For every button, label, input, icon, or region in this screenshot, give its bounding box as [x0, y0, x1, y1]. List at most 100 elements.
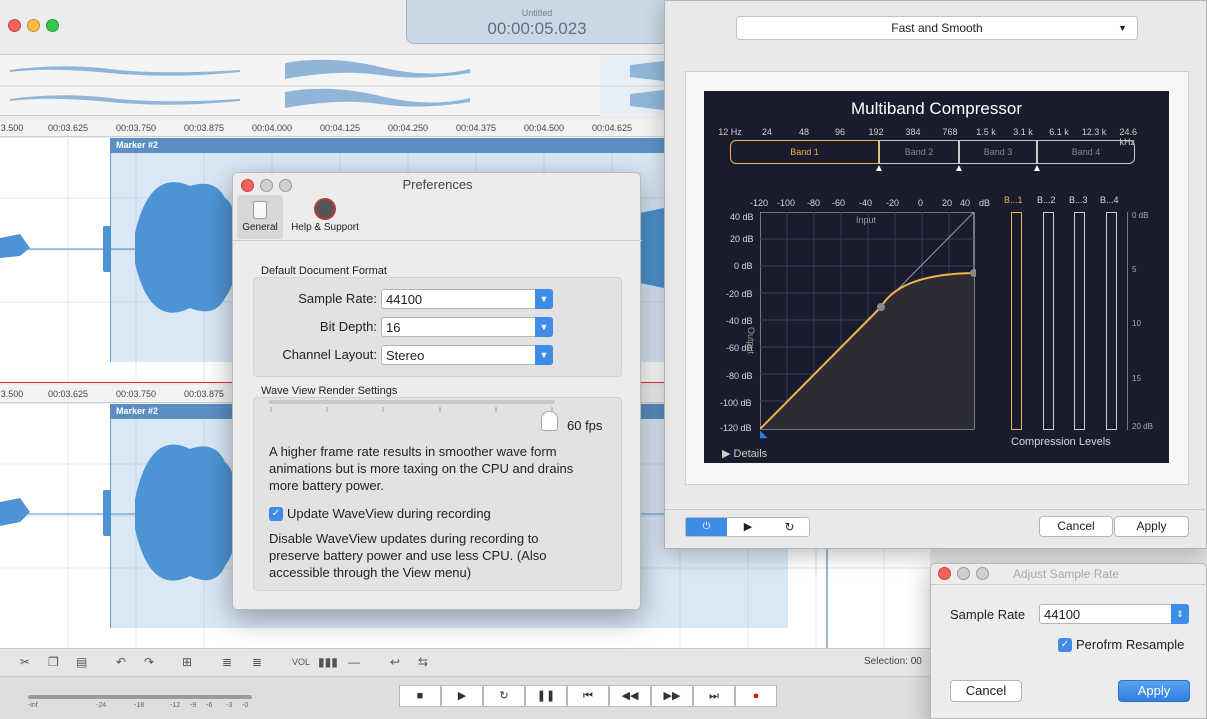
meter-tick: -24 [96, 702, 107, 709]
ruler-tick: 00:03.875 [183, 389, 225, 399]
zoom-window-button[interactable] [46, 19, 59, 32]
ruler-tick: 00:03.750 [115, 123, 157, 133]
fade-in-icon[interactable]: ≣ [222, 655, 232, 669]
plugin-controls: ⏻ ▶ ↻ [685, 517, 810, 537]
ruler-tick: 00:04.000 [251, 123, 293, 133]
bit-depth-select[interactable]: 16 ▼ [381, 317, 553, 337]
transfer-curve-graph[interactable] [760, 212, 976, 430]
record-button[interactable]: ● [735, 685, 777, 707]
meter-tick: -9 [190, 702, 197, 709]
waveform-overview[interactable] [0, 54, 664, 117]
band-handle-2[interactable]: ▲ [954, 163, 964, 174]
chevron-down-icon: ▼ [535, 345, 553, 365]
rewind-button[interactable]: ◀◀ [609, 685, 651, 707]
input-db-label: 20 [942, 198, 953, 208]
overview-waveform [0, 55, 664, 117]
fast-forward-button[interactable]: ▶▶ [651, 685, 693, 707]
preset-dropdown[interactable]: Fast and Smooth ▼ [736, 16, 1138, 40]
band-handle-1[interactable]: ▲ [874, 163, 884, 174]
level-meter-scale: -inf -24 -18 -12 -9 -6 -3 -0 [28, 702, 258, 712]
band-3-tab[interactable]: Band 3 [959, 140, 1037, 164]
close-window-button[interactable] [8, 19, 21, 32]
channel-layout-label: Channel Layout: [282, 347, 377, 362]
skip-back-button[interactable]: ⏮ [567, 685, 609, 707]
format-section-title: Default Document Format [261, 265, 387, 277]
fade-out-icon[interactable]: ≣ [252, 655, 262, 669]
tab-help-label: Help & Support [291, 222, 359, 233]
trim-icon[interactable]: ⊞ [182, 655, 192, 669]
tab-help-support[interactable]: Help & Support [285, 195, 365, 239]
preview-play-button[interactable]: ▶ [727, 518, 769, 536]
srate-value: 44100 [1044, 607, 1081, 622]
toolbar-divider [233, 240, 642, 241]
channel-layout-select[interactable]: Stereo ▼ [381, 345, 553, 365]
chevron-down-icon: ▼ [535, 317, 553, 337]
srate-label: Sample Rate [950, 607, 1026, 622]
srate-zoom-button [976, 567, 989, 580]
threshold-handle[interactable]: ◣ [760, 429, 768, 440]
resample-checkbox[interactable]: ✓ [1058, 638, 1072, 652]
output-db-label: 0 dB [734, 261, 753, 271]
reset-button[interactable]: ↻ [769, 518, 810, 536]
ruler-tick: 3.500 [0, 123, 24, 133]
loop-icon[interactable]: ↩ [390, 655, 400, 669]
input-db-label: 40 [960, 198, 971, 208]
plugin-title: Multiband Compressor [850, 99, 1022, 118]
fps-slider-track[interactable] [269, 400, 555, 404]
srate-apply-button[interactable]: Apply [1118, 680, 1190, 702]
copy-icon[interactable]: ❐ [48, 655, 59, 669]
undo-icon[interactable]: ↶ [116, 655, 126, 669]
minimize-window-button[interactable] [27, 19, 40, 32]
title-divider [931, 584, 1207, 585]
normalize-icon[interactable]: ▮▮▮ [318, 655, 338, 669]
sample-rate-select[interactable]: 44100 ▼ [381, 289, 553, 309]
meter-header: B...2 [1037, 195, 1056, 205]
play-button[interactable]: ▶ [441, 685, 483, 707]
time-ruler-top[interactable]: 3.500 00:03.625 00:03.750 00:03.875 00:0… [0, 119, 664, 137]
freq-label: 192 [868, 127, 884, 137]
output-db-label: -100 dB [720, 398, 752, 408]
ruler-tick: 00:04.375 [455, 123, 497, 133]
details-toggle[interactable]: ▶ Details [722, 447, 767, 460]
fps-value: 60 fps [567, 418, 603, 433]
power-button[interactable]: ⏻ [686, 518, 727, 536]
meter-tick: -inf [28, 702, 38, 709]
skip-forward-button[interactable]: ⏭ [693, 685, 735, 707]
cut-icon[interactable]: ✂ [20, 655, 30, 669]
silence-icon[interactable]: — [348, 655, 360, 669]
compressor-apply-button[interactable]: Apply [1114, 516, 1189, 537]
update-waveview-checkbox[interactable]: ✓ [269, 507, 283, 521]
tab-general-label: General [242, 222, 278, 233]
band-1-meter [1011, 212, 1022, 430]
adjust-sample-rate-window: Adjust Sample Rate Sample Rate 44100 ⇕ ✓… [930, 563, 1207, 719]
srate-cancel-button[interactable]: Cancel [950, 680, 1022, 702]
pause-button[interactable]: ❚❚ [525, 685, 567, 707]
srate-close-button[interactable] [938, 567, 951, 580]
input-db-label: dB [979, 198, 991, 208]
srate-select[interactable]: 44100 ⇕ [1039, 604, 1189, 624]
freq-label: 12 Hz [718, 127, 742, 137]
stop-button[interactable]: ■ [399, 685, 441, 707]
disclosure-triangle-icon: ▶ [722, 448, 734, 460]
tab-general[interactable]: General [237, 195, 283, 239]
details-label: Details [733, 448, 768, 460]
bit-depth-value: 16 [386, 320, 401, 335]
loop-button[interactable]: ↻ [483, 685, 525, 707]
meter-tick: -3 [226, 702, 233, 709]
band-handle-3[interactable]: ▲ [1032, 163, 1042, 174]
band-2-tab[interactable]: Band 2 [879, 140, 959, 164]
redo-icon[interactable]: ↷ [144, 655, 154, 669]
meter-scale-label: 15 [1132, 374, 1141, 383]
band-4-tab[interactable]: Band 4 [1037, 140, 1135, 164]
resample-label[interactable]: Perofrm Resample [1076, 637, 1184, 652]
compressor-cancel-button[interactable]: Cancel [1039, 516, 1113, 537]
band-1-tab[interactable]: Band 1 [730, 140, 879, 164]
paste-icon[interactable]: ▤ [76, 655, 87, 669]
freq-label: 24 [761, 127, 773, 137]
volume-label: VOL [292, 657, 311, 667]
insert-icon[interactable]: ⇆ [418, 655, 428, 669]
bit-depth-label: Bit Depth: [319, 319, 377, 334]
fps-slider-thumb[interactable] [541, 411, 558, 431]
sample-rate-value: 44100 [386, 292, 423, 307]
update-waveview-label[interactable]: Update WaveView during recording [287, 506, 491, 521]
